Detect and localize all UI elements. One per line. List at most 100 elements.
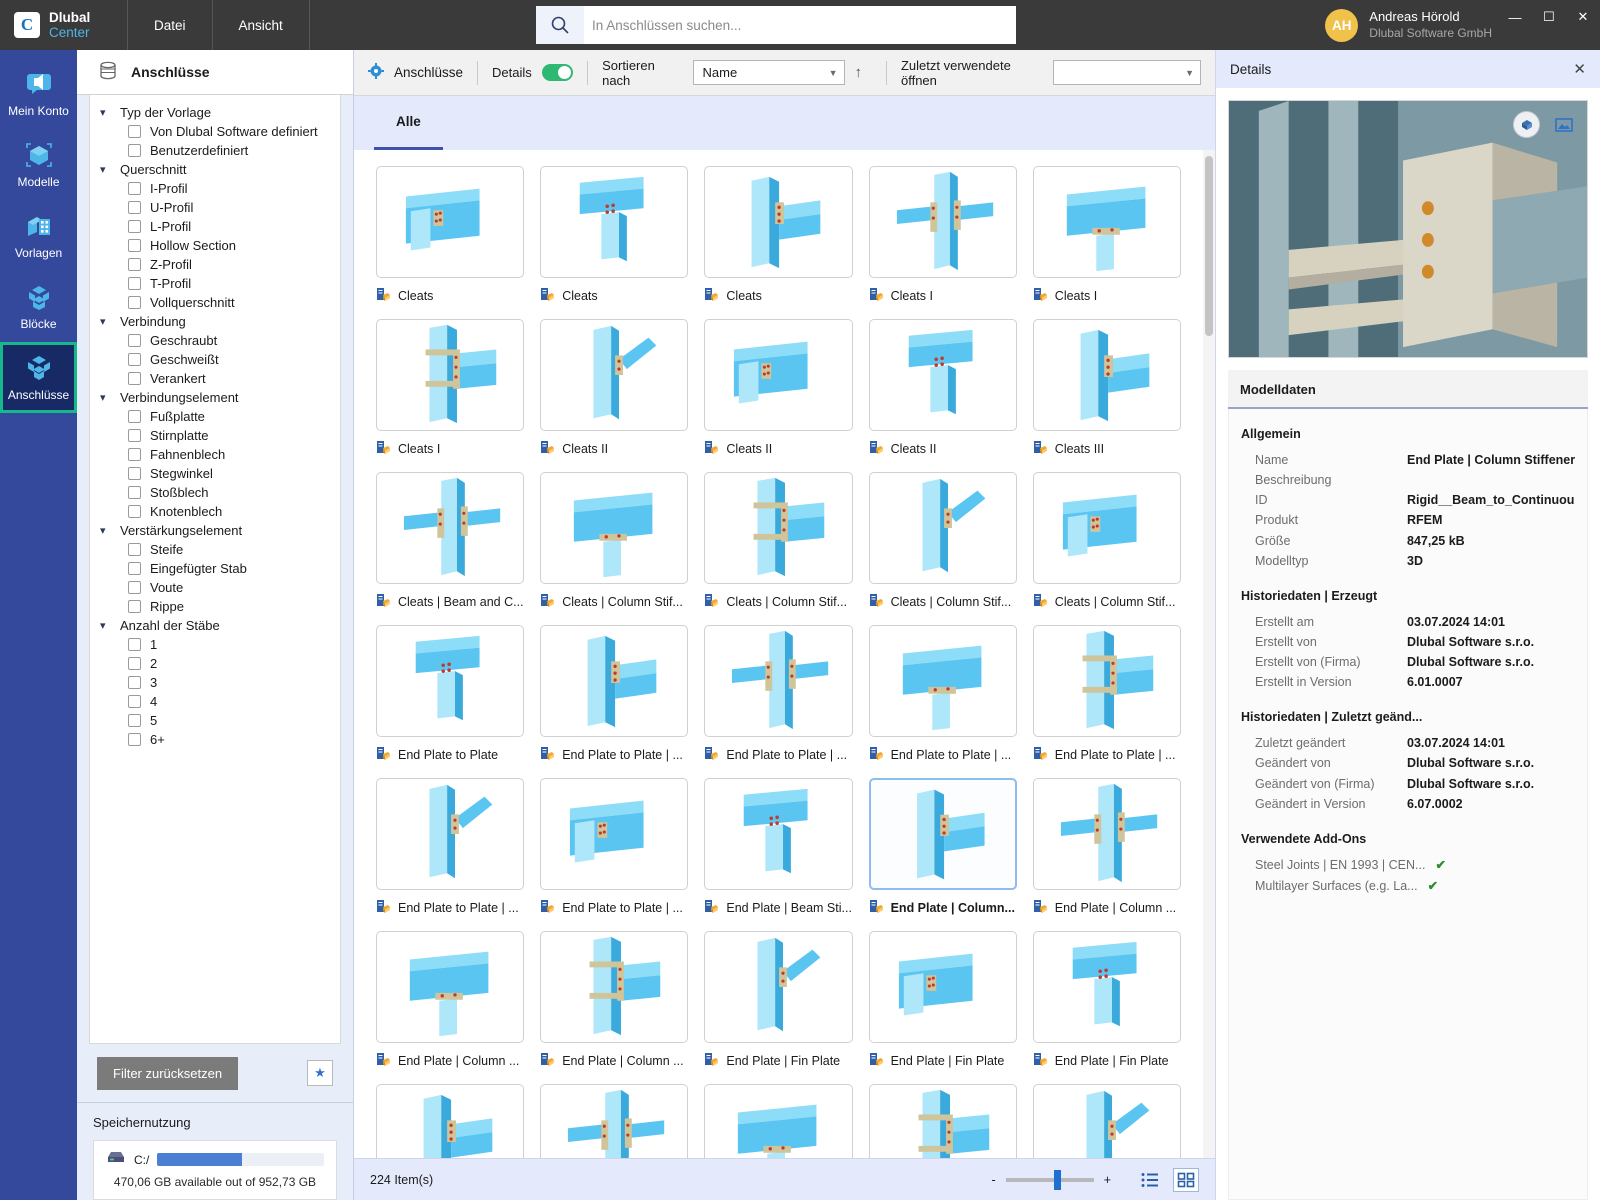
checkbox[interactable] [128, 600, 141, 613]
item-card[interactable]: Cleats | Column Stif... [532, 466, 696, 619]
minimize-icon[interactable]: — [1498, 0, 1532, 34]
reset-filter-button[interactable]: Filter zurücksetzen [97, 1056, 239, 1090]
item-card[interactable]: End Plate | Column ... [1025, 772, 1189, 925]
checkbox[interactable] [128, 695, 141, 708]
item-card[interactable]: Cleats | Column Stif... [861, 466, 1025, 619]
checkbox[interactable] [128, 676, 141, 689]
item-card[interactable]: Cleats [696, 160, 860, 313]
checkbox[interactable] [128, 714, 141, 727]
render-mode-icon[interactable] [1513, 111, 1540, 138]
item-card[interactable]: End Plate to Plate | ... [696, 619, 860, 772]
filter-option[interactable]: Hollow Section [90, 236, 340, 255]
checkbox[interactable] [128, 296, 141, 309]
item-card[interactable]: End Plate | Fin Plate [696, 925, 860, 1078]
checkbox[interactable] [128, 353, 141, 366]
sidebar-item-mein-konto[interactable]: Mein Konto [0, 58, 77, 129]
item-card[interactable]: End Plate | Fin Plate [1025, 925, 1189, 1078]
filter-group-3[interactable]: ▾ Verbindungselement [90, 388, 340, 407]
recent-select[interactable]: ▼ [1053, 60, 1202, 85]
item-card[interactable]: Cleats II [696, 313, 860, 466]
search-input[interactable] [584, 6, 1016, 44]
filter-group-0[interactable]: ▾ Typ der Vorlage [90, 103, 340, 122]
filter-option[interactable]: Vollquerschnitt [90, 293, 340, 312]
checkbox[interactable] [128, 733, 141, 746]
sidebar-item-anschlusse[interactable]: Anschlüsse [0, 342, 77, 413]
item-card[interactable]: Cleats I [861, 160, 1025, 313]
item-card[interactable]: End Plate to Plate | ... [532, 772, 696, 925]
checkbox[interactable] [128, 144, 141, 157]
item-card[interactable]: End Plate to Plate [368, 619, 532, 772]
checkbox[interactable] [128, 334, 141, 347]
user-profile[interactable]: AH Andreas Hörold Dlubal Software GmbH [1325, 0, 1492, 50]
close-icon[interactable]: ✕ [1573, 60, 1586, 78]
checkbox[interactable] [128, 657, 141, 670]
filter-option[interactable]: 4 [90, 692, 340, 711]
item-card[interactable] [696, 1078, 860, 1158]
zoom-in-button[interactable]: + [1104, 1173, 1111, 1187]
filter-option[interactable]: L-Profil [90, 217, 340, 236]
filter-option[interactable]: Knotenblech [90, 502, 340, 521]
item-card[interactable] [861, 1078, 1025, 1158]
zoom-slider[interactable] [1005, 1169, 1094, 1190]
tab-alle[interactable]: Alle [374, 96, 443, 150]
checkbox[interactable] [128, 277, 141, 290]
filter-option[interactable]: Fußplatte [90, 407, 340, 426]
checkbox[interactable] [128, 467, 141, 480]
item-card[interactable]: End Plate | Column... [861, 772, 1025, 925]
filter-option[interactable]: 3 [90, 673, 340, 692]
item-card[interactable]: Cleats II [532, 313, 696, 466]
item-card[interactable]: End Plate | Fin Plate [861, 925, 1025, 1078]
item-card[interactable]: Cleats [532, 160, 696, 313]
checkbox[interactable] [128, 125, 141, 138]
image-export-icon[interactable] [1550, 111, 1577, 138]
filter-option[interactable]: 1 [90, 635, 340, 654]
filter-option[interactable]: Stoßblech [90, 483, 340, 502]
filter-option[interactable]: Stegwinkel [90, 464, 340, 483]
item-card[interactable] [532, 1078, 696, 1158]
checkbox[interactable] [128, 182, 141, 195]
item-card[interactable]: Cleats III [1025, 313, 1189, 466]
item-card[interactable] [1025, 1078, 1189, 1158]
item-card[interactable]: Cleats II [861, 313, 1025, 466]
item-card[interactable]: End Plate to Plate | ... [861, 619, 1025, 772]
model-preview[interactable] [1228, 100, 1588, 358]
filter-group-1[interactable]: ▾ Querschnitt [90, 160, 340, 179]
item-card[interactable]: Cleats | Column Stif... [696, 466, 860, 619]
checkbox[interactable] [128, 201, 141, 214]
zoom-out-button[interactable]: - [992, 1173, 996, 1187]
sort-select[interactable]: Name ▼ [692, 60, 845, 85]
filter-option[interactable]: Von Dlubal Software definiert [90, 122, 340, 141]
item-card[interactable]: Cleats [368, 160, 532, 313]
filter-option[interactable]: I-Profil [90, 179, 340, 198]
details-toggle[interactable] [541, 64, 574, 81]
filter-option[interactable]: Z-Profil [90, 255, 340, 274]
item-card[interactable]: Cleats | Column Stif... [1025, 466, 1189, 619]
filter-option[interactable]: Verankert [90, 369, 340, 388]
item-card[interactable]: End Plate | Column ... [532, 925, 696, 1078]
filter-option[interactable]: Steife [90, 540, 340, 559]
item-card[interactable]: Cleats I [368, 313, 532, 466]
item-card[interactable]: End Plate to Plate | ... [1025, 619, 1189, 772]
item-card[interactable]: End Plate | Column ... [368, 925, 532, 1078]
sidebar-item-blocke[interactable]: Blöcke [0, 271, 77, 342]
checkbox[interactable] [128, 638, 141, 651]
filter-group-4[interactable]: ▾ Verstärkungselement [90, 521, 340, 540]
filter-option[interactable]: Voute [90, 578, 340, 597]
grid-scrollbar-thumb[interactable] [1205, 156, 1213, 336]
checkbox[interactable] [128, 258, 141, 271]
filter-option[interactable]: Fahnenblech [90, 445, 340, 464]
filter-option[interactable]: Geschweißt [90, 350, 340, 369]
sidebar-item-vorlagen[interactable]: Vorlagen [0, 200, 77, 271]
grid-scrollbar[interactable] [1203, 150, 1215, 1158]
menu-item-datei[interactable]: Datei [128, 0, 213, 50]
checkbox[interactable] [128, 410, 141, 423]
maximize-icon[interactable]: ☐ [1532, 0, 1566, 34]
item-card[interactable]: Cleats | Beam and C... [368, 466, 532, 619]
filter-option[interactable]: Eingefügter Stab [90, 559, 340, 578]
arrow-up-icon[interactable]: ↑ [855, 64, 863, 81]
checkbox[interactable] [128, 581, 141, 594]
filter-option[interactable]: 6+ [90, 730, 340, 749]
star-icon[interactable]: ★ [307, 1060, 333, 1086]
checkbox[interactable] [128, 220, 141, 233]
item-card[interactable]: Cleats I [1025, 160, 1189, 313]
